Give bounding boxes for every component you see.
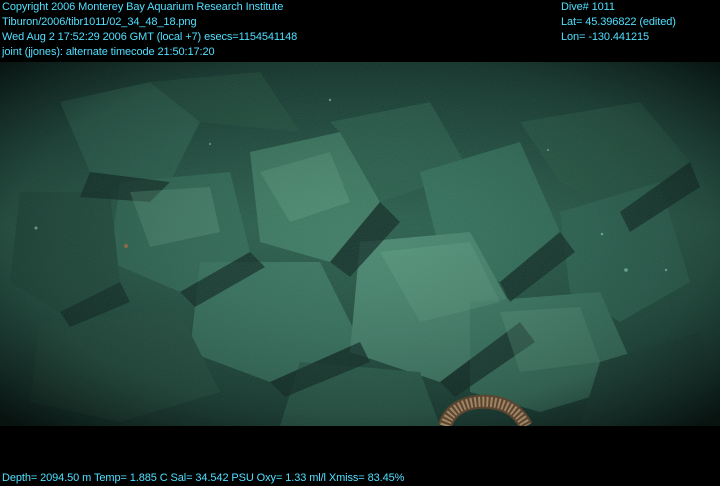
- header-info-left: Copyright 2006 Monterey Bay Aquarium Res…: [2, 0, 297, 60]
- timecode-line: joint (jjones): alternate timecode 21:50…: [2, 46, 215, 58]
- telemetry-footer: Depth= 2094.50 m Temp= 1.885 C Sal= 34.5…: [2, 471, 404, 486]
- dive-number: Dive# 1011: [561, 1, 615, 13]
- copyright-line: Copyright 2006 Monterey Bay Aquarium Res…: [2, 1, 284, 13]
- telemetry-readout: Depth= 2094.50 m Temp= 1.885 C Sal= 34.5…: [2, 472, 405, 484]
- image-path-line: Tiburon/2006/tibr1011/02_34_48_18.png: [2, 16, 197, 28]
- latitude: Lat= 45.396822 (edited): [561, 16, 676, 28]
- light-vignette: [0, 62, 720, 426]
- seafloor-video-frame: [0, 62, 720, 426]
- datetime-line: Wed Aug 2 17:52:29 2006 GMT (local +7) e…: [2, 31, 298, 43]
- seafloor-scene: [0, 62, 720, 426]
- header-info-right: Dive# 1011 Lat= 45.396822 (edited) Lon= …: [561, 0, 676, 45]
- longitude: Lon= -130.441215: [561, 31, 650, 43]
